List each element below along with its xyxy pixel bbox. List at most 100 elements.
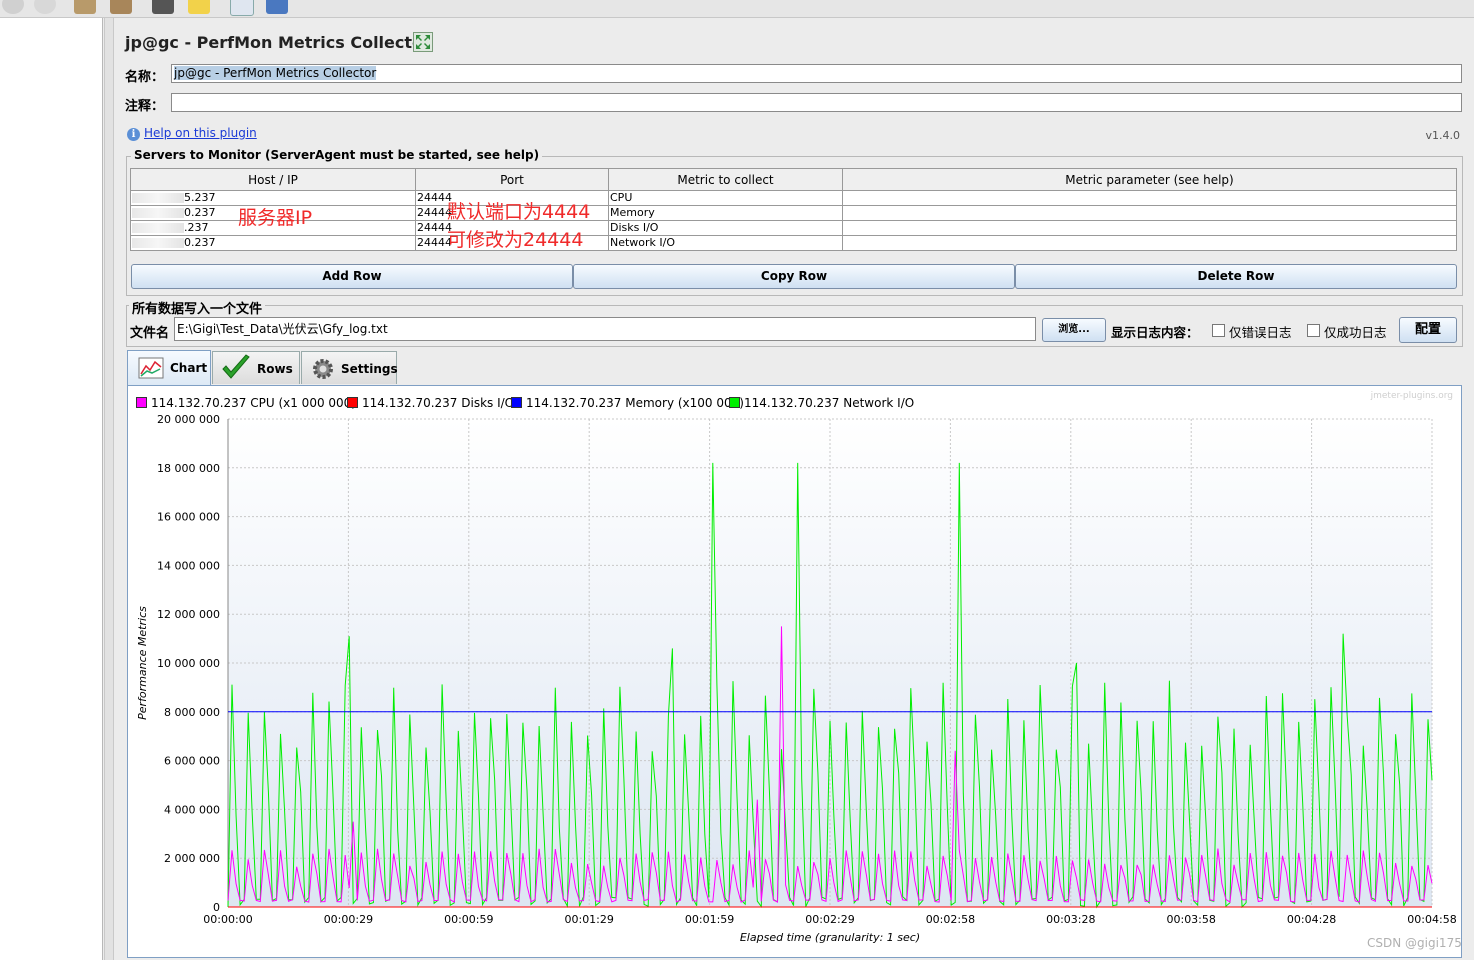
- broom-icon[interactable]: [74, 0, 96, 14]
- y-axis-label: Performance Metrics: [136, 606, 149, 720]
- redacted-host: [132, 193, 184, 203]
- table-row[interactable]: 0.237 24444 Network I/O: [130, 235, 1457, 251]
- tab-rows-label: Rows: [257, 362, 293, 376]
- table-row[interactable]: 5.237 24444 CPU: [130, 190, 1457, 206]
- perfmon-panel: jp@gc - PerfMon Metrics Collector 名称： jp…: [114, 18, 1474, 960]
- comment-field[interactable]: [171, 93, 1462, 112]
- x-tick-label: 00:00:59: [444, 913, 493, 926]
- browse-button[interactable]: 浏览...: [1042, 318, 1106, 342]
- y-tick-label: 10 000 000: [157, 657, 220, 670]
- column-header-port[interactable]: Port: [415, 168, 609, 191]
- param-cell[interactable]: [842, 190, 1457, 206]
- x-tick-label: 00:04:28: [1287, 913, 1336, 926]
- y-tick-label: 18 000 000: [157, 462, 220, 475]
- annotation-server-ip: 服务器IP: [238, 207, 313, 229]
- errors-only-label: 仅错误日志: [1229, 325, 1292, 340]
- column-header-metric[interactable]: Metric to collect: [608, 168, 843, 191]
- x-tick-label: 00:03:28: [1046, 913, 1095, 926]
- stop-icon[interactable]: [2, 0, 24, 14]
- success-only-checkbox[interactable]: [1307, 324, 1320, 337]
- function-helper-icon[interactable]: [230, 0, 254, 16]
- metric-cell[interactable]: Memory: [608, 205, 843, 221]
- x-tick-label: 00:04:58: [1407, 913, 1456, 926]
- chart-icon: [138, 357, 164, 379]
- reset-search-icon[interactable]: [188, 0, 210, 14]
- toolbar: [0, 0, 1474, 18]
- configure-button[interactable]: 配置: [1399, 317, 1457, 343]
- checkmark-icon: [222, 354, 250, 379]
- y-tick-label: 20 000 000: [157, 413, 220, 426]
- name-value: jp@gc - PerfMon Metrics Collector: [174, 66, 377, 80]
- annotation-default-port: 默认端口为4444: [447, 201, 591, 223]
- param-cell[interactable]: [842, 220, 1457, 236]
- csdn-watermark: CSDN @gigi175: [1367, 936, 1462, 950]
- file-label: 文件名: [130, 326, 170, 341]
- success-only-label: 仅成功日志: [1324, 325, 1387, 340]
- table-row[interactable]: .237 24444 Disks I/O: [130, 220, 1457, 236]
- y-tick-labels: 02 000 0004 000 0006 000 0008 000 00010 …: [157, 413, 220, 914]
- test-plan-tree[interactable]: [0, 18, 103, 960]
- copy-row-button[interactable]: Copy Row: [573, 264, 1015, 289]
- gear-icon: [313, 359, 333, 379]
- host-suffix: 0.237: [184, 236, 216, 250]
- host-cell[interactable]: 0.237: [130, 235, 416, 251]
- table-row[interactable]: 0.237 24444 Memory: [130, 205, 1457, 221]
- broom-all-icon[interactable]: [110, 0, 132, 14]
- x-tick-label: 00:02:58: [926, 913, 975, 926]
- y-tick-label: 4 000 000: [164, 803, 220, 816]
- chart-plot[interactable]: 02 000 0004 000 0006 000 0008 000 00010 …: [128, 386, 1461, 957]
- x-tick-labels: 00:00:00 00:00:29 00:00:59 00:01:29 00:01:59…: [203, 913, 1456, 926]
- name-label: 名称：: [125, 70, 165, 85]
- host-suffix: .237: [184, 221, 209, 235]
- x-axis-label: Elapsed time (granularity: 1 sec): [740, 931, 920, 944]
- file-legend: 所有数据写入一个文件: [129, 298, 266, 317]
- host-suffix: 5.237: [184, 191, 216, 205]
- binoculars-icon[interactable]: [152, 0, 174, 14]
- file-path-input[interactable]: E:\Gigi\Test_Data\光伏云\Gfy_log.txt: [174, 317, 1036, 341]
- delete-row-button[interactable]: Delete Row: [1015, 264, 1457, 289]
- redacted-host: [132, 223, 184, 233]
- y-tick-label: 16 000 000: [157, 511, 220, 524]
- x-tick-label: 00:01:29: [564, 913, 613, 926]
- metric-cell[interactable]: CPU: [608, 190, 843, 206]
- add-row-button[interactable]: Add Row: [131, 264, 573, 289]
- panel-title: jp@gc - PerfMon Metrics Collector: [125, 33, 431, 52]
- help-link[interactable]: Help on this plugin: [144, 126, 257, 140]
- param-cell[interactable]: [842, 205, 1457, 221]
- x-tick-label: 00:03:58: [1166, 913, 1215, 926]
- metric-cell[interactable]: Network I/O: [608, 235, 843, 251]
- redacted-host: [132, 208, 184, 218]
- tab-settings-label: Settings: [341, 362, 398, 376]
- pane-splitter[interactable]: [104, 18, 114, 960]
- y-tick-label: 2 000 000: [164, 852, 220, 865]
- log-content-label: 显示日志内容：: [1111, 325, 1199, 340]
- comment-label: 注释：: [125, 99, 165, 114]
- y-tick-label: 14 000 000: [157, 559, 220, 572]
- x-tick-label: 00:02:29: [805, 913, 854, 926]
- version-label: v1.4.0: [1425, 129, 1461, 142]
- x-tick-label: 00:01:59: [685, 913, 734, 926]
- y-tick-label: 6 000 000: [164, 755, 220, 768]
- param-cell[interactable]: [842, 235, 1457, 251]
- tab-chart-label: Chart: [170, 361, 208, 375]
- tab-settings[interactable]: Settings: [301, 351, 398, 384]
- servers-table[interactable]: Host / IP Port Metric to collect Metric …: [130, 168, 1457, 251]
- y-tick-label: 8 000 000: [164, 706, 220, 719]
- errors-only-checkbox[interactable]: [1212, 324, 1225, 337]
- tab-rows[interactable]: Rows: [212, 351, 300, 384]
- column-header-host[interactable]: Host / IP: [130, 168, 416, 191]
- chart-panel[interactable]: jmeter-plugins.org 114.132.70.237 CPU (x…: [127, 385, 1462, 958]
- expand-icon[interactable]: [413, 32, 433, 52]
- metric-cell[interactable]: Disks I/O: [608, 220, 843, 236]
- help-icon[interactable]: [266, 0, 288, 14]
- column-header-param[interactable]: Metric parameter (see help): [842, 168, 1457, 191]
- servers-legend: Servers to Monitor (ServerAgent must be …: [131, 148, 543, 162]
- annotation-modify-port: 可修改为24444: [447, 229, 584, 251]
- x-tick-label: 00:00:29: [324, 913, 373, 926]
- shutdown-icon[interactable]: [34, 0, 56, 14]
- info-icon: i: [127, 128, 140, 141]
- tab-chart[interactable]: Chart: [127, 350, 211, 385]
- name-field[interactable]: jp@gc - PerfMon Metrics Collector: [171, 64, 1462, 83]
- x-tick-label: 00:00:00: [203, 913, 252, 926]
- redacted-host: [132, 238, 184, 248]
